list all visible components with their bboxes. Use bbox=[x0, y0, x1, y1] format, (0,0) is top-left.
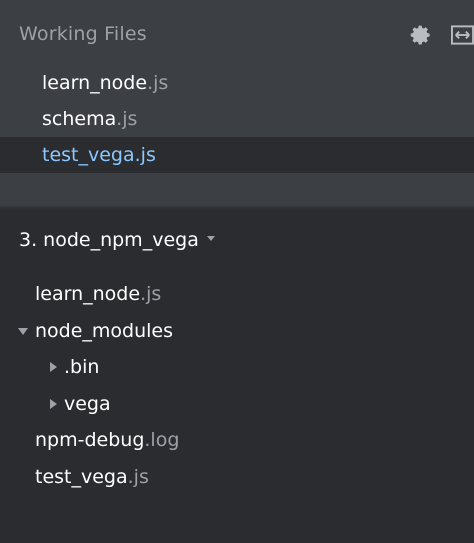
tree-file-item[interactable]: npm-debug.log bbox=[0, 422, 474, 459]
file-extension: .js bbox=[127, 465, 149, 488]
file-tree: learn_node.js node_modules .bin vega npm… bbox=[0, 276, 474, 496]
project-dropdown[interactable]: 3. node_npm_vega bbox=[19, 226, 215, 254]
caret-down-icon bbox=[206, 236, 215, 241]
file-name: test_vega bbox=[35, 465, 128, 488]
tree-file-item[interactable]: learn_node.js bbox=[0, 276, 474, 313]
working-file-item[interactable]: schema.js bbox=[0, 101, 474, 137]
file-name: schema bbox=[42, 108, 117, 130]
project-title: 3. node_npm_vega bbox=[19, 229, 199, 251]
tree-file-item[interactable]: test_vega.js bbox=[0, 459, 474, 496]
file-name: npm-debug bbox=[35, 429, 145, 452]
tree-folder-item[interactable]: .bin bbox=[0, 349, 474, 386]
file-extension: .js bbox=[116, 108, 138, 130]
working-file-item-selected[interactable]: test_vega.js bbox=[0, 137, 474, 173]
file-extension: .js bbox=[134, 144, 156, 166]
section-divider bbox=[0, 206, 474, 210]
file-name: test_vega bbox=[42, 144, 135, 166]
sidebar: Working Files learn_node.js schema.js te… bbox=[0, 0, 474, 543]
expand-right-icon[interactable] bbox=[50, 398, 57, 409]
expand-right-icon[interactable] bbox=[50, 362, 57, 373]
folder-name: vega bbox=[64, 392, 111, 415]
expand-down-icon[interactable] bbox=[18, 327, 28, 335]
file-name: learn_node bbox=[35, 283, 141, 305]
file-extension: .js bbox=[140, 283, 162, 305]
working-file-item[interactable]: learn_node.js bbox=[0, 65, 474, 101]
working-files-header: Working Files bbox=[0, 0, 474, 68]
split-view-icon[interactable] bbox=[451, 24, 474, 46]
folder-name: .bin bbox=[64, 356, 100, 379]
gear-icon[interactable] bbox=[410, 24, 432, 46]
folder-name: node_modules bbox=[35, 319, 174, 342]
tree-folder-item[interactable]: node_modules bbox=[0, 313, 474, 350]
working-files-list: learn_node.js schema.js test_vega.js bbox=[0, 65, 474, 173]
file-name: learn_node bbox=[42, 72, 148, 94]
working-files-panel: Working Files learn_node.js schema.js te… bbox=[0, 0, 474, 210]
file-extension: .js bbox=[147, 72, 169, 94]
tree-folder-item[interactable]: vega bbox=[0, 386, 474, 423]
working-files-title: Working Files bbox=[19, 23, 147, 45]
file-extension: .log bbox=[144, 429, 180, 452]
